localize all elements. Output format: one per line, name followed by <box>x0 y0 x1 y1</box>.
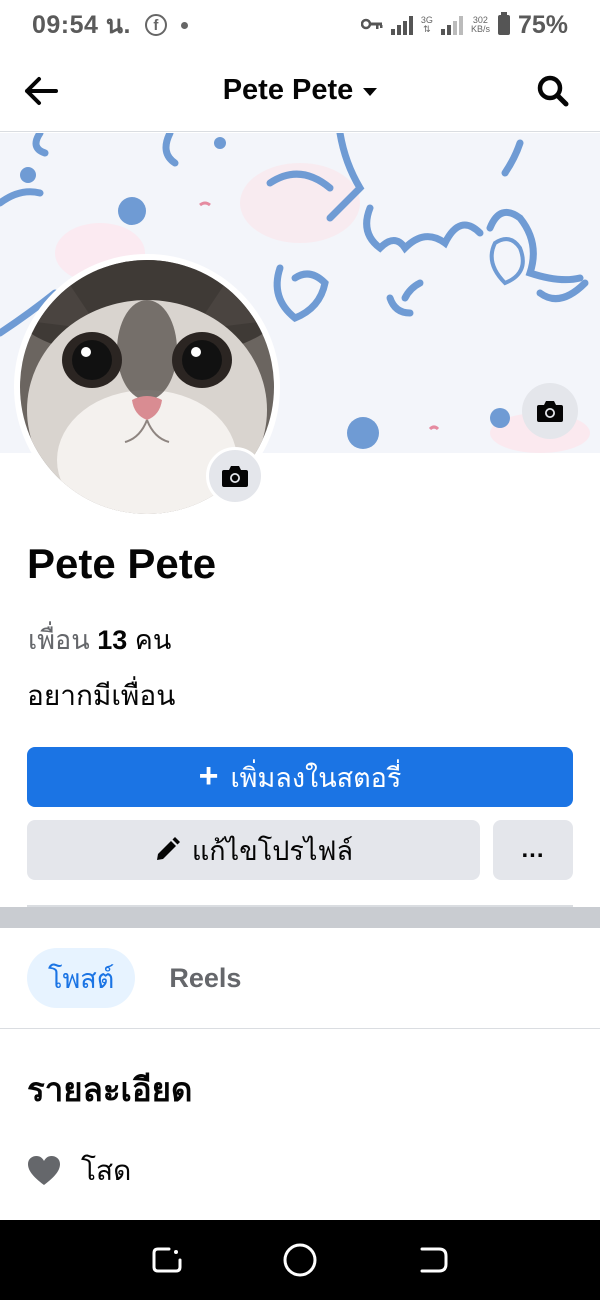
pencil-icon <box>156 837 180 860</box>
profile-name: Pete Pete <box>27 540 217 587</box>
heart-icon <box>28 1156 60 1185</box>
vpn-key-icon <box>360 15 383 36</box>
edit-profile-button[interactable]: แก้ไขโปรไฟล์ <box>27 820 480 880</box>
battery-icon <box>497 12 510 35</box>
caret-down-icon <box>363 87 378 96</box>
tab-reels[interactable]: Reels <box>169 963 241 994</box>
edit-profile-picture-button[interactable] <box>206 447 264 505</box>
battery-percent: 75% <box>517 10 568 39</box>
add-to-story-label: เพิ่มลงในสตอรี่ <box>230 762 402 793</box>
section-divider <box>0 907 600 928</box>
tabs-separator <box>0 1028 600 1029</box>
edit-cover-photo-button[interactable] <box>522 383 578 439</box>
home-circle-icon <box>283 1243 317 1277</box>
network-type: 3G ⇅ <box>420 15 433 34</box>
more-options-button[interactable]: ... <box>493 820 573 880</box>
back-nav-icon <box>420 1247 448 1273</box>
camera-icon <box>222 466 248 487</box>
friends-suffix: คน <box>134 625 172 655</box>
recent-apps-icon <box>152 1247 182 1273</box>
profile-tabs: โพสต์ Reels <box>27 948 241 1008</box>
edit-profile-label: แก้ไขโปรไฟล์ <box>191 835 354 866</box>
more-dots-icon: ... <box>521 836 545 863</box>
signal-strength-2-icon <box>440 15 463 35</box>
friends-count: 13 <box>97 625 128 655</box>
network-speed: 302 KB/s <box>470 15 490 34</box>
friends-prefix: เพื่อน <box>28 625 90 655</box>
profile-switcher[interactable]: Pete Pete <box>0 74 600 107</box>
back-nav-button[interactable] <box>408 1235 458 1285</box>
camera-icon <box>537 401 563 422</box>
friends-count-link[interactable]: เพื่อน 13 คน <box>28 618 171 661</box>
header-title: Pete Pete <box>222 74 354 106</box>
detail-relationship-row: โสด <box>27 1149 131 1193</box>
details-heading: รายละเอียด <box>27 1071 193 1108</box>
tab-posts[interactable]: โพสต์ <box>27 948 136 1008</box>
system-navigation-bar <box>0 1220 600 1300</box>
search-icon <box>537 75 569 107</box>
app-header: Pete Pete <box>0 50 600 132</box>
add-to-story-button[interactable]: + เพิ่มลงในสตอรี่ <box>27 747 573 807</box>
recent-apps-button[interactable] <box>142 1235 192 1285</box>
plus-icon: + <box>198 756 219 795</box>
home-button[interactable] <box>275 1235 325 1285</box>
status-time: 09:54 น. <box>32 11 131 39</box>
signal-strength-icon <box>390 15 413 35</box>
facebook-notification-icon: f <box>144 14 167 36</box>
search-button[interactable] <box>532 70 574 112</box>
status-bar: 09:54 น. f 3G ⇅ 302 KB/s 75% <box>0 0 600 50</box>
notification-dot-icon <box>180 21 188 29</box>
relationship-status: โสด <box>81 1155 132 1186</box>
profile-bio: อยากมีเพื่อน <box>27 680 176 711</box>
